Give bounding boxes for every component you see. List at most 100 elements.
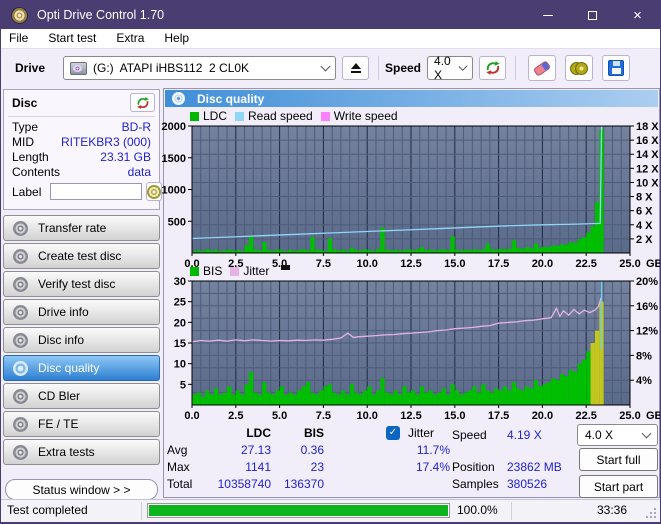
- bar-LDC: [555, 246, 560, 253]
- bar-BIS: [375, 390, 381, 405]
- disc-icon: [13, 416, 28, 432]
- svg-text:10: 10: [174, 359, 186, 371]
- sidebar-item-fe-te[interactable]: FE / TE: [3, 411, 160, 437]
- bar-BIS: [196, 392, 201, 405]
- bar-LDC: [441, 249, 447, 253]
- bar-BIS: [529, 388, 534, 405]
- bar-BIS: [467, 390, 473, 405]
- disc-label-input[interactable]: [50, 183, 143, 200]
- total-bis-value: 136370: [283, 477, 324, 491]
- minimize-button[interactable]: [525, 1, 570, 29]
- sidebar-item-extra-tests[interactable]: Extra tests: [3, 439, 160, 465]
- toolbar-separator: [378, 56, 379, 80]
- bar-BIS: [218, 394, 223, 405]
- erase-button[interactable]: [528, 55, 557, 81]
- window-title: Opti Drive Control 1.70: [37, 8, 165, 22]
- svg-text:20.0: 20.0: [532, 410, 553, 422]
- sidebar-item-transfer-rate[interactable]: Transfer rate: [3, 215, 160, 241]
- disc-length-value: 23.31 GB: [100, 150, 151, 164]
- legend-label: Read speed: [248, 109, 313, 123]
- eject-button[interactable]: [342, 56, 369, 80]
- bar-BIS: [555, 380, 560, 405]
- bar-BIS: [524, 386, 530, 405]
- test-speed-select[interactable]: 4.0 X: [577, 424, 658, 446]
- jitter-checkbox[interactable]: ✓: [386, 426, 400, 440]
- bar-LDC: [481, 249, 486, 253]
- bar-BIS: [564, 376, 569, 405]
- disc-type-row: Type BD-R: [4, 120, 159, 135]
- refresh-button[interactable]: [479, 56, 507, 80]
- start-full-button[interactable]: Start full: [579, 448, 658, 471]
- bar-BIS: [546, 382, 552, 405]
- binoculars-icon: [570, 62, 589, 75]
- bar-BIS: [419, 386, 425, 405]
- sidebar-item-label: Verify test disc: [38, 277, 116, 291]
- maximize-button[interactable]: [570, 1, 615, 29]
- menu-start-test[interactable]: Start test: [40, 30, 104, 47]
- close-button[interactable]: ×: [615, 1, 660, 29]
- bar-LDC: [275, 249, 280, 253]
- svg-text:22.5: 22.5: [575, 258, 596, 270]
- total-row-label: Total: [167, 477, 193, 491]
- svg-text:4%: 4%: [636, 375, 652, 387]
- bar-BIS: [244, 384, 249, 405]
- bar-BIS: [262, 382, 267, 405]
- menu-help[interactable]: Help: [156, 30, 197, 47]
- speed-select-value: 4.0 X: [434, 54, 451, 82]
- bar-BIS: [590, 343, 595, 405]
- bar-BIS: [568, 369, 574, 405]
- svg-text:10 X: 10 X: [636, 177, 659, 189]
- bar-BIS: [507, 390, 512, 405]
- disc-refresh-button[interactable]: [130, 93, 155, 112]
- svg-text:2 X: 2 X: [636, 234, 653, 246]
- resize-grip[interactable]: [654, 516, 656, 518]
- sidebar-item-disc-info[interactable]: Disc info: [3, 327, 160, 353]
- bar-BIS: [472, 386, 477, 405]
- sidebar-item-label: CD Bler: [38, 389, 81, 403]
- drive-select-value: (G:) ATAPI iHBS112 2 CL0K: [93, 61, 250, 75]
- bar-BIS: [275, 390, 280, 405]
- svg-text:12.5: 12.5: [400, 410, 421, 422]
- bar-BIS: [502, 386, 508, 405]
- drive-select[interactable]: (G:) ATAPI iHBS112 2 CL0K: [63, 56, 336, 80]
- bar-BIS: [498, 390, 503, 405]
- bar-BIS: [520, 390, 525, 405]
- bar-LDC: [253, 249, 258, 253]
- bar-LDC: [559, 244, 565, 253]
- disc-contents-value[interactable]: data: [128, 165, 151, 180]
- svg-text:500: 500: [168, 216, 186, 228]
- menu-file[interactable]: File: [9, 30, 36, 47]
- svg-text:2.5: 2.5: [228, 410, 243, 422]
- bar-BIS: [314, 394, 320, 405]
- bar-LDC: [573, 242, 578, 253]
- sidebar-item-create-test-disc[interactable]: Create test disc: [3, 243, 160, 269]
- sidebar-item-disc-quality[interactable]: Disc quality: [3, 355, 160, 381]
- bar-BIS: [257, 394, 263, 405]
- drive-toolbar: Drive (G:) ATAPI iHBS112 2 CL0K Speed 4.…: [1, 48, 660, 87]
- disc-icon: [13, 248, 28, 264]
- jitter-swatch: [230, 266, 240, 276]
- save-button[interactable]: [602, 55, 631, 81]
- bar-LDC: [454, 249, 460, 253]
- bar-LDC: [406, 249, 411, 253]
- bar-BIS: [402, 386, 407, 405]
- start-part-button[interactable]: Start part: [579, 475, 658, 498]
- sidebar-item-verify-test-disc[interactable]: Verify test disc: [3, 271, 160, 297]
- sidebar-item-drive-info[interactable]: Drive info: [3, 299, 160, 325]
- bar-BIS: [358, 394, 363, 405]
- sidebar-item-cd-bler[interactable]: CD Bler: [3, 383, 160, 409]
- menu-extra[interactable]: Extra: [108, 30, 152, 47]
- sidebar-item-label: Disc info: [38, 333, 85, 347]
- bar-LDC: [262, 242, 267, 253]
- status-window-button[interactable]: Status window > >: [5, 479, 158, 500]
- bar-LDC: [227, 249, 232, 253]
- bar-LDC: [489, 249, 495, 253]
- sidebar-item-label: FE / TE: [38, 417, 79, 431]
- bar-BIS: [222, 392, 228, 405]
- disc-mid-label: MID: [12, 135, 34, 149]
- progress-fill: [149, 505, 448, 516]
- search-disc-button[interactable]: [565, 55, 594, 81]
- speed-select[interactable]: 4.0 X: [427, 54, 474, 82]
- disc-label-button[interactable]: [146, 182, 163, 201]
- bar-BIS: [205, 390, 210, 405]
